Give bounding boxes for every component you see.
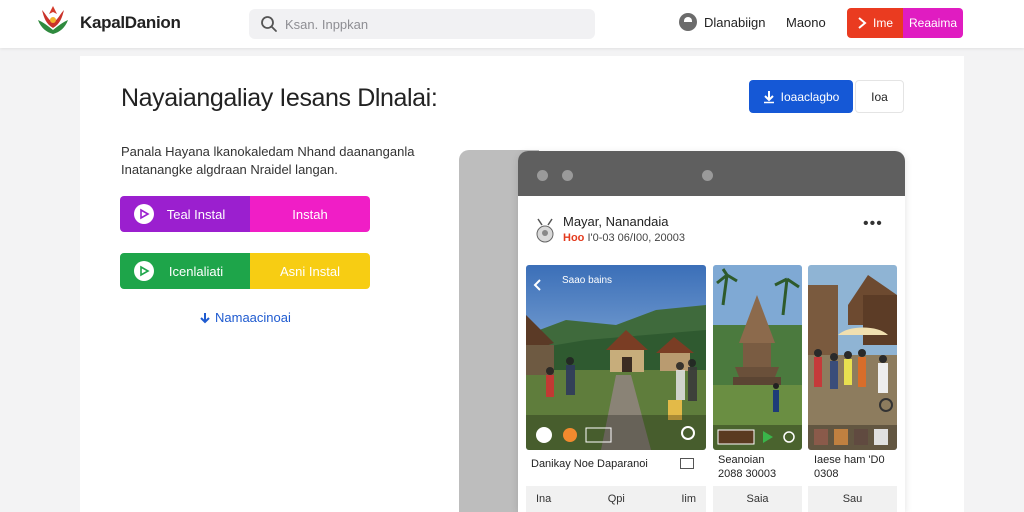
asni-install-button[interactable]: Asni Instal	[250, 253, 370, 289]
page-title: Nayaiangaliay Iesans Dlnalai:	[121, 84, 438, 112]
teal-install-button[interactable]: Teal Instal	[120, 196, 250, 232]
bookmark-icon[interactable]	[680, 458, 694, 469]
user-avatar-icon	[679, 13, 697, 31]
window-dot	[702, 170, 713, 181]
dashboard-label: Dlanabiign	[704, 14, 766, 30]
instah-button[interactable]: Instah	[250, 196, 370, 232]
logo-icon[interactable]	[34, 4, 72, 38]
teal-install-label: Teal Instal	[166, 206, 226, 222]
photo-caption-3-line1: Iaese ham 'D0	[814, 454, 885, 466]
app-preview-window: Mayar, Nanandaia Hoo I'0-03 06/I00, 2000…	[518, 151, 905, 512]
header-red-button-label: Ime	[872, 16, 893, 30]
footer-action-c[interactable]: Iim	[681, 493, 696, 505]
post-photo-main[interactable]: Saao bains	[526, 265, 706, 450]
window-dot	[562, 170, 573, 181]
window-titlebar	[518, 151, 905, 196]
ios-button-label: Ioa	[871, 89, 888, 104]
header-pink-button-label: Reaaima	[908, 16, 958, 30]
photo-caption-3-line2: 0308	[814, 468, 839, 480]
post-meta: Hoo I'0-03 06/I00, 20003	[563, 232, 685, 244]
more-options-icon[interactable]: •••	[863, 215, 883, 233]
app-store-icon	[134, 261, 154, 281]
post-date: I'0-03 06/I00, 20003	[587, 232, 685, 244]
more-link[interactable]: Namaacinoai	[200, 310, 291, 325]
brand-name[interactable]: KapalDanion	[80, 13, 181, 33]
footer-actions-1: Ina Qpi Iim	[526, 486, 706, 512]
download-button-label: Ioaaclagbo	[780, 89, 840, 104]
ios-button[interactable]: Ioa	[855, 80, 904, 113]
arrow-down-icon	[200, 312, 210, 323]
photo-caption-2-line1: Seanoian	[718, 454, 765, 466]
post-author-avatar[interactable]	[534, 215, 556, 243]
install-button-group-1: Teal Instal Instah	[120, 196, 370, 232]
footer-action-b[interactable]: Qpi	[608, 493, 625, 505]
post-author-name[interactable]: Mayar, Nanandaia	[563, 214, 669, 229]
menu-link[interactable]: Maono	[786, 15, 826, 30]
chevron-right-icon	[858, 17, 867, 29]
footer-action-3[interactable]: Sau	[808, 486, 897, 512]
icenlaliati-label: Icenlaliati	[168, 263, 224, 279]
window-dot	[537, 170, 548, 181]
search-icon	[261, 16, 277, 32]
header-pink-button[interactable]: Reaaima	[903, 8, 963, 38]
search-input[interactable]	[285, 9, 585, 39]
icenlaliati-button[interactable]: Icenlaliati	[120, 253, 250, 289]
post-meta-tag: Hoo	[563, 232, 585, 244]
photo-caption-1: Danikay Noe Daparanoi	[531, 458, 648, 470]
footer-action-3-label: Sau	[842, 493, 863, 505]
download-button[interactable]: Ioaaclagbo	[749, 80, 853, 113]
post-photo-market[interactable]	[808, 265, 897, 450]
search-bar[interactable]	[249, 9, 595, 39]
footer-action-2-label: Saia	[746, 493, 769, 505]
post-photo-pagoda[interactable]	[713, 265, 802, 450]
header-red-button[interactable]: Ime	[847, 8, 903, 38]
asni-install-label: Asni Instal	[280, 263, 340, 279]
more-link-label: Namaacinoai	[215, 310, 291, 325]
install-button-group-2: Icenlaliati Asni Instal	[120, 253, 370, 289]
dashboard-link[interactable]: Dlanabiign	[679, 13, 765, 31]
footer-action-a[interactable]: Ina	[536, 493, 551, 505]
footer-action-2[interactable]: Saia	[713, 486, 802, 512]
download-icon	[763, 90, 774, 103]
top-navigation-bar: KapalDanion Dlanabiign Maono Ime Reaaima	[0, 0, 1024, 48]
description-text: Panala Hayana lkanokaledam Nhand daanang…	[121, 144, 415, 177]
instah-label: Instah	[292, 206, 328, 222]
play-store-icon	[134, 204, 154, 224]
photo-overlay-label: Saao bains	[562, 275, 613, 286]
photo-caption-2-line2: 2088 30003	[718, 468, 777, 480]
